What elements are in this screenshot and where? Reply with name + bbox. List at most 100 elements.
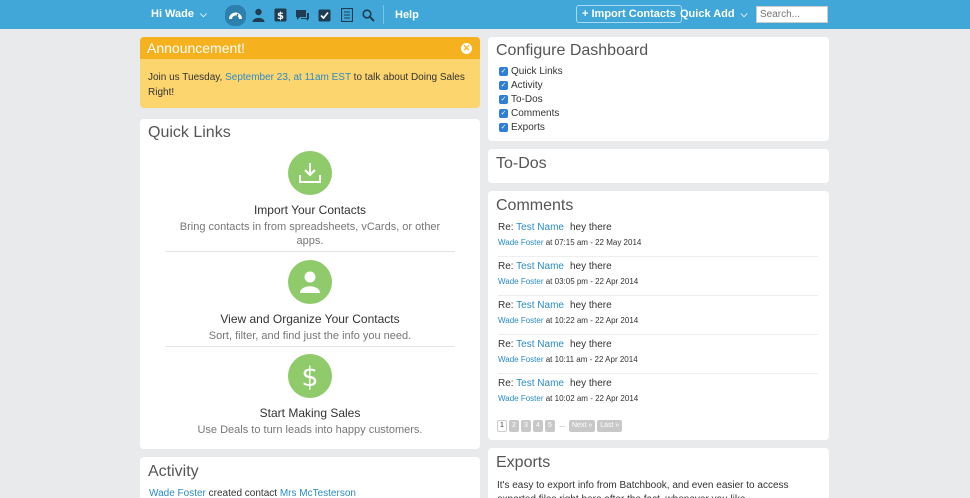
option-label: Quick Links (511, 65, 563, 77)
option-activity[interactable]: ✓ Activity (499, 78, 563, 92)
comment-re: Re: (498, 300, 514, 311)
page-3[interactable]: 3 (521, 420, 531, 432)
comment-author-link[interactable]: Wade Foster (498, 277, 544, 286)
activity-action: created contact (205, 488, 280, 498)
nav-icons: $ (225, 4, 381, 26)
next-page-button[interactable]: Next » (569, 420, 596, 432)
activity-panel: Activity Wade Foster created contact Mrs… (140, 457, 480, 498)
quick-add-label: Quick Add (680, 8, 735, 20)
comment-author-link[interactable]: Wade Foster (498, 394, 544, 403)
comment-re: Re: (498, 339, 514, 350)
reports-icon[interactable] (337, 6, 356, 25)
comment-subject-link[interactable]: Test Name (516, 339, 564, 350)
configure-dashboard-panel: Configure Dashboard ✓ Quick Links ✓ Activi… (488, 37, 829, 141)
comment-re: Re: (498, 222, 514, 233)
activity-user-link[interactable]: Wade Foster (149, 488, 206, 498)
activity-title: Activity (148, 463, 199, 480)
contacts-icon[interactable] (249, 6, 268, 25)
activity-target-link[interactable]: Mrs McTesterson (280, 488, 356, 498)
import-contacts-button[interactable]: + Import Contacts (576, 5, 682, 23)
announcement-header: Announcement! ✕ (140, 37, 480, 59)
chevron-down-icon: ⌵ (740, 9, 748, 19)
divider (165, 251, 455, 252)
quick-add-menu[interactable]: Quick Add ⌵ (680, 8, 747, 20)
option-comments[interactable]: ✓ Comments (499, 106, 563, 120)
comment-re: Re: (498, 378, 514, 389)
comment-item: Re: Test Name hey there Wade Foster at 07… (498, 222, 818, 247)
search-input[interactable] (756, 6, 828, 23)
comment-item: Re: Test Name hey there Wade Foster at 10… (498, 378, 818, 403)
quick-link-sales[interactable]: $ Start Making Sales Use Deals to turn l… (140, 354, 480, 437)
quick-link-organize[interactable]: View and Organize Your Contacts Sort, fi… (140, 260, 480, 343)
comment-text: hey there (569, 378, 612, 389)
page-ellipsis: ... (559, 422, 565, 429)
page-5[interactable]: 5 (545, 420, 555, 432)
comment-subject-link[interactable]: Test Name (516, 222, 564, 233)
exports-description: It's easy to export info from Batchbook,… (497, 480, 789, 498)
page-4[interactable]: 4 (533, 420, 543, 432)
quick-link-description: Bring contacts in from spreadsheets, vCa… (179, 221, 441, 247)
comment-timestamp: at 10:22 am - 22 Apr 2014 (543, 316, 639, 325)
comment-subject-link[interactable]: Test Name (516, 378, 564, 389)
comment-text: hey there (569, 222, 612, 233)
deals-icon[interactable]: $ (271, 6, 290, 25)
divider (498, 373, 818, 374)
search-icon[interactable] (359, 6, 378, 25)
checkbox-checked[interactable]: ✓ (499, 66, 508, 76)
comments-title: Comments (496, 197, 574, 214)
chevron-down-icon: ⌵ (200, 9, 207, 19)
divider (498, 295, 818, 296)
announcement-body: Join us Tuesday, September 23, at 11am E… (140, 59, 480, 100)
quick-link-heading: View and Organize Your Contacts (220, 312, 400, 326)
announcement-panel: Announcement! ✕ Join us Tuesday, Septemb… (140, 37, 480, 108)
help-link[interactable]: Help (395, 9, 419, 21)
divider (498, 256, 818, 257)
quick-link-heading: Start Making Sales (259, 406, 361, 420)
comment-author-link[interactable]: Wade Foster (498, 238, 544, 247)
checkbox-checked[interactable]: ✓ (499, 94, 508, 104)
configure-title: Configure Dashboard (496, 42, 649, 59)
svg-text:$: $ (277, 11, 284, 22)
dashboard-icon[interactable] (225, 4, 246, 26)
comment-subject-link[interactable]: Test Name (516, 261, 564, 272)
announcement-date-link[interactable]: September 23, at 11am EST (225, 72, 351, 83)
comment-text: hey there (569, 300, 612, 311)
last-page-button[interactable]: Last » (597, 420, 623, 432)
comment-item: Re: Test Name hey there Wade Foster at 10… (498, 300, 818, 325)
dollar-icon: $ (288, 354, 332, 398)
exports-title: Exports (496, 454, 551, 471)
option-label: Activity (511, 79, 543, 91)
checkbox-checked[interactable]: ✓ (499, 122, 508, 132)
comment-timestamp: at 07:15 am - 22 May 2014 (543, 238, 642, 247)
quick-links-title: Quick Links (148, 124, 231, 141)
user-menu[interactable]: Hi Wade ⌵ (151, 8, 207, 20)
page-1[interactable]: 1 (497, 420, 507, 432)
comment-timestamp: at 03:05 pm - 22 Apr 2014 (543, 277, 639, 286)
exports-panel: Exports It's easy to export info from Ba… (488, 448, 829, 498)
comment-subject-link[interactable]: Test Name (516, 300, 564, 311)
quick-link-import[interactable]: Import Your Contacts Bring contacts in f… (140, 151, 480, 248)
comment-re: Re: (498, 261, 514, 272)
checkbox-checked[interactable]: ✓ (499, 108, 508, 118)
top-nav: Hi Wade ⌵ $ Help + Import Contacts Quick … (0, 0, 970, 29)
comment-timestamp: at 10:02 am - 22 Apr 2014 (543, 394, 639, 403)
comments-panel: Comments Re: Test Name hey there Wade Fos… (488, 191, 829, 440)
option-label: Exports (511, 121, 545, 133)
comment-author-link[interactable]: Wade Foster (498, 316, 544, 325)
comment-author-link[interactable]: Wade Foster (498, 355, 544, 364)
divider (498, 334, 818, 335)
option-label: Comments (511, 107, 560, 119)
page-2[interactable]: 2 (509, 420, 519, 432)
comment-text: hey there (569, 261, 612, 272)
option-quick-links[interactable]: ✓ Quick Links (499, 64, 563, 78)
option-exports[interactable]: ✓ Exports (499, 120, 563, 134)
todos-panel: To-Dos (488, 149, 829, 183)
svg-text:$: $ (301, 362, 318, 391)
close-icon[interactable]: ✕ (461, 43, 472, 54)
comments-icon[interactable] (293, 6, 312, 25)
todos-icon[interactable] (315, 6, 334, 25)
checkbox-checked[interactable]: ✓ (499, 80, 508, 90)
option-label: To-Dos (511, 93, 543, 105)
option-todos[interactable]: ✓ To-Dos (499, 92, 563, 106)
quick-link-heading: Import Your Contacts (253, 203, 367, 217)
